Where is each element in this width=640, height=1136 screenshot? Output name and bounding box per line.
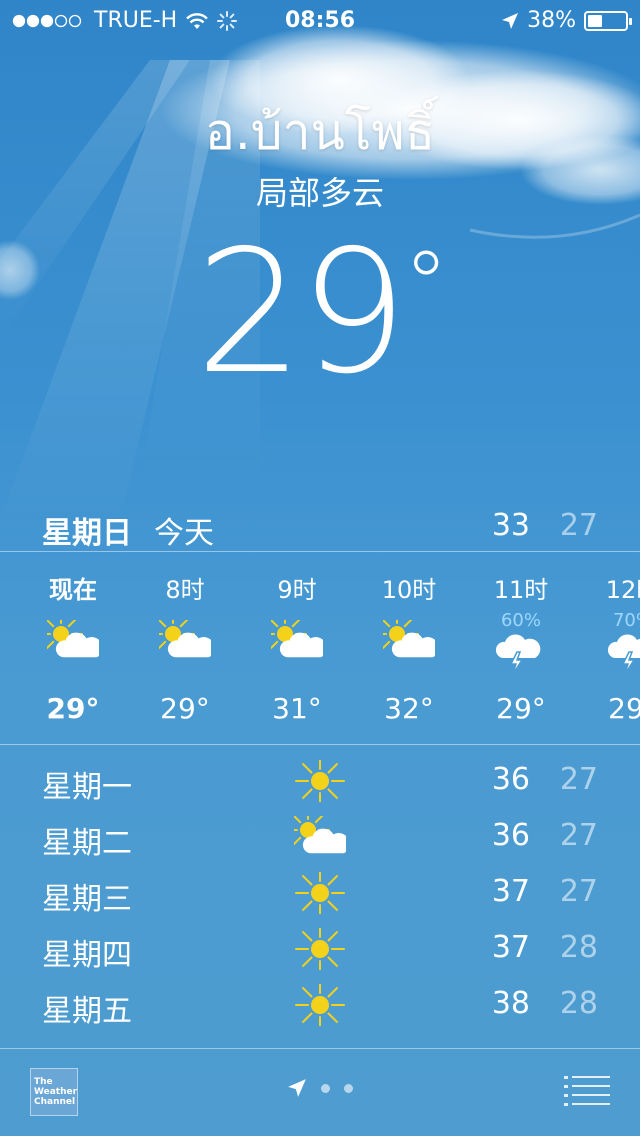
hourly-temperature: 32° xyxy=(384,692,434,725)
status-bar: TRUE-H 08:56 38% xyxy=(0,0,640,40)
battery-icon xyxy=(584,10,632,31)
partly-cloudy-icon xyxy=(17,620,129,664)
page-dot xyxy=(321,1083,330,1093)
daily-forecast-row: 星期二 36 27 xyxy=(0,808,640,864)
daily-high: 36 xyxy=(491,818,530,853)
hourly-temperature: 29° xyxy=(46,692,100,725)
partly-cloudy-icon xyxy=(129,620,241,664)
location-services-icon xyxy=(502,12,519,29)
hourly-time: 9时 xyxy=(277,576,317,604)
today-summary-row: 星期日 今天 33 27 xyxy=(0,500,640,551)
sunny-icon xyxy=(294,760,346,802)
hourly-time: 10时 xyxy=(381,576,437,604)
hourly-temperature: 29° xyxy=(160,692,210,725)
daily-low: 27 xyxy=(559,874,598,909)
sunny-icon xyxy=(294,928,346,970)
hourly-time: 现在 xyxy=(49,576,97,604)
partly-cloudy-icon xyxy=(353,620,465,664)
battery-level-fill xyxy=(588,14,602,27)
hourly-item: 11时 60% 29° xyxy=(465,552,577,744)
daily-low: 27 xyxy=(559,762,598,797)
daily-forecast-row: 星期五 38 28 xyxy=(0,976,640,1032)
partly-cloudy-icon xyxy=(294,816,346,858)
hourly-temperature: 31° xyxy=(272,692,322,725)
daily-high: 36 xyxy=(491,762,530,797)
thunderstorm-icon xyxy=(465,630,577,675)
daily-day-name: 星期四 xyxy=(42,938,132,973)
hourly-bottom-divider xyxy=(0,744,640,745)
hourly-precip-chance: 70% xyxy=(612,610,640,631)
current-condition: 局部多云 xyxy=(255,174,384,212)
sunny-icon xyxy=(294,872,346,914)
daily-forecast-list[interactable]: 星期一 36 27 星期二 36 27 星期三 37 27 星期四 37 28 星期五 38 28 xyxy=(0,752,640,1032)
daily-forecast-row: 星期四 37 28 xyxy=(0,920,640,976)
daily-day-name: 星期五 xyxy=(42,994,132,1029)
hourly-item: 10时 32° xyxy=(353,552,465,744)
hourly-item: 12时 70% 29° xyxy=(577,552,640,744)
current-temperature: 29° xyxy=(0,228,640,398)
hourly-item: 9时 31° xyxy=(241,552,353,744)
daily-low: 28 xyxy=(559,930,598,965)
daily-high: 37 xyxy=(491,874,530,909)
hourly-time: 8时 xyxy=(165,576,205,604)
hourly-time: 11时 xyxy=(493,576,549,604)
today-label: 今天 xyxy=(154,516,214,551)
city-list-button[interactable] xyxy=(564,1076,610,1106)
status-right: 38% xyxy=(501,8,632,33)
hourly-temperature: 29° xyxy=(496,692,546,725)
sunny-icon xyxy=(294,984,346,1026)
current-temperature-value: 29 xyxy=(195,214,407,412)
daily-high: 37 xyxy=(491,930,530,965)
hourly-forecast-scroller[interactable]: 现在 29° 8时 29° 9时 31° 10时 32° 11时 60% 29° 12时 70% 29° xyxy=(0,552,640,744)
bottom-toolbar: The Weather Channel xyxy=(0,1048,640,1136)
today-day-name: 星期日 xyxy=(42,516,132,551)
battery-percent: 38% xyxy=(527,8,576,33)
today-low: 27 xyxy=(559,508,598,543)
daily-low: 28 xyxy=(559,986,598,1021)
daily-high: 38 xyxy=(491,986,530,1021)
daily-low: 27 xyxy=(559,818,598,853)
hourly-temperature: 29° xyxy=(608,692,640,725)
daily-forecast-row: 星期三 37 27 xyxy=(0,864,640,920)
hourly-time: 12时 xyxy=(605,576,640,604)
daily-day-name: 星期一 xyxy=(42,770,132,805)
page-indicator[interactable] xyxy=(0,1078,640,1098)
daily-day-name: 星期二 xyxy=(42,826,132,861)
page-dot xyxy=(344,1083,353,1093)
thunderstorm-icon xyxy=(577,630,640,675)
hourly-item: 现在 29° xyxy=(17,552,129,744)
partly-cloudy-icon xyxy=(241,620,353,664)
today-high: 33 xyxy=(491,508,530,543)
location-name: อ.บ้านโพธิ์ xyxy=(204,103,436,161)
daily-day-name: 星期三 xyxy=(42,882,132,917)
degree-symbol: ° xyxy=(403,232,449,337)
current-location-page-icon xyxy=(288,1079,306,1097)
hourly-item: 8时 29° xyxy=(129,552,241,744)
daily-forecast-row: 星期一 36 27 xyxy=(0,752,640,808)
hourly-precip-chance: 60% xyxy=(500,610,541,631)
